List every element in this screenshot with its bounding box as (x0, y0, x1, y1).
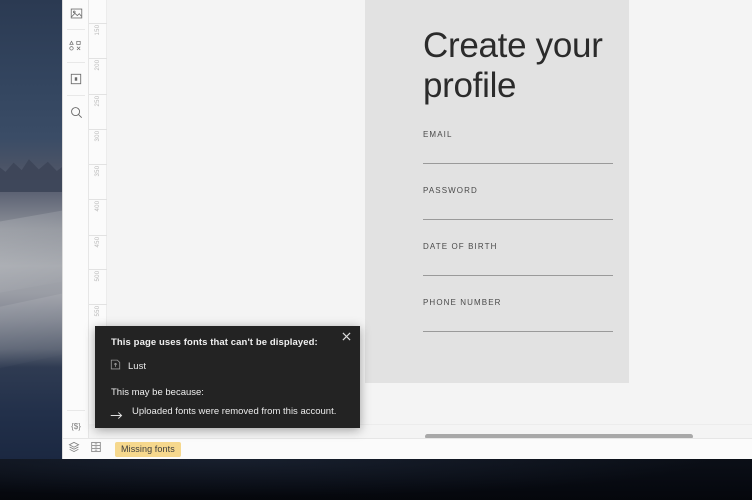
form-field[interactable]: EMAIL (423, 130, 613, 164)
dock-glow (0, 459, 752, 500)
image-icon (70, 7, 83, 20)
field-label: PHONE NUMBER (423, 298, 502, 307)
search-tool-button[interactable] (63, 99, 89, 125)
missing-fonts-popover: This page uses fonts that can't be displ… (95, 326, 360, 428)
frame-tool-button[interactable] (63, 66, 89, 92)
components-icon (69, 40, 83, 52)
popover-subheading: This may be because: (111, 387, 204, 398)
components-tool-button[interactable] (63, 33, 89, 59)
artboard-create-profile[interactable]: Create your profile EMAIL PASSWORD DATE OF… (365, 0, 629, 383)
field-underline (423, 219, 613, 220)
ruler-tick-label: 250 (95, 95, 101, 107)
left-tool-rail: {$} (63, 0, 89, 459)
wallpaper-mountains (0, 159, 62, 192)
ruler-tick-label: 300 (95, 130, 101, 142)
code-icon: {$} (71, 421, 81, 431)
popover-reason-text: Uploaded fonts were removed from this ac… (132, 406, 337, 417)
popover-heading: This page uses fonts that can't be displ… (111, 337, 318, 348)
desktop-wallpaper (0, 0, 62, 459)
rail-divider-3 (67, 95, 85, 96)
screen-root: {$} 150 200 250 300 350 400 450 500 550 Create y… (0, 0, 752, 500)
field-input[interactable] (423, 195, 613, 219)
rail-divider-1 (67, 29, 85, 30)
frame-icon (70, 73, 82, 85)
close-icon (341, 328, 351, 346)
status-bar: Missing fonts (63, 438, 752, 459)
field-label: PASSWORD (423, 186, 478, 195)
missing-font-name: Lust (128, 360, 146, 372)
page-title: Create your profile (423, 26, 603, 105)
status-badge[interactable]: Missing fonts (115, 441, 181, 457)
ruler-tick-label: 400 (95, 200, 101, 212)
field-underline (423, 275, 613, 276)
field-label: EMAIL (423, 130, 453, 139)
ruler-tick-label: 500 (95, 270, 101, 282)
artboard-content: Create your profile (423, 26, 613, 106)
ruler-tick-label: 200 (95, 59, 101, 71)
wallpaper-dune-highlight-2 (0, 287, 62, 373)
search-icon (70, 106, 83, 119)
ruler-tick-label: 550 (95, 305, 101, 317)
desktop-dock-strip (0, 459, 752, 500)
ruler-tick-label: 350 (95, 165, 101, 177)
field-underline (423, 163, 613, 164)
missing-font-row: Lust (110, 357, 146, 375)
ruler-tick-label: 150 (95, 24, 101, 36)
field-label: DATE OF BIRTH (423, 242, 498, 251)
assets-icon (90, 440, 102, 458)
layers-icon (68, 440, 80, 458)
close-popover-button[interactable] (338, 329, 354, 345)
field-input[interactable] (423, 307, 613, 331)
assets-panel-button[interactable] (85, 439, 107, 460)
rail-divider-2 (67, 62, 85, 63)
code-tool-button[interactable]: {$} (63, 414, 89, 438)
ruler-tick-label: 450 (95, 236, 101, 248)
form-field[interactable]: PHONE NUMBER (423, 298, 613, 332)
image-tool-button[interactable] (63, 0, 89, 26)
arrow-right-icon (110, 407, 123, 425)
rail-divider-4 (67, 410, 85, 411)
wallpaper-dune-highlight-1 (0, 205, 62, 295)
font-upload-icon (110, 357, 121, 375)
form-field[interactable]: DATE OF BIRTH (423, 242, 613, 276)
popover-reason-row: Uploaded fonts were removed from this ac… (110, 406, 336, 425)
field-input[interactable] (423, 251, 613, 275)
field-underline (423, 331, 613, 332)
layers-panel-button[interactable] (63, 439, 85, 460)
field-input[interactable] (423, 139, 613, 163)
form-field[interactable]: PASSWORD (423, 186, 613, 220)
